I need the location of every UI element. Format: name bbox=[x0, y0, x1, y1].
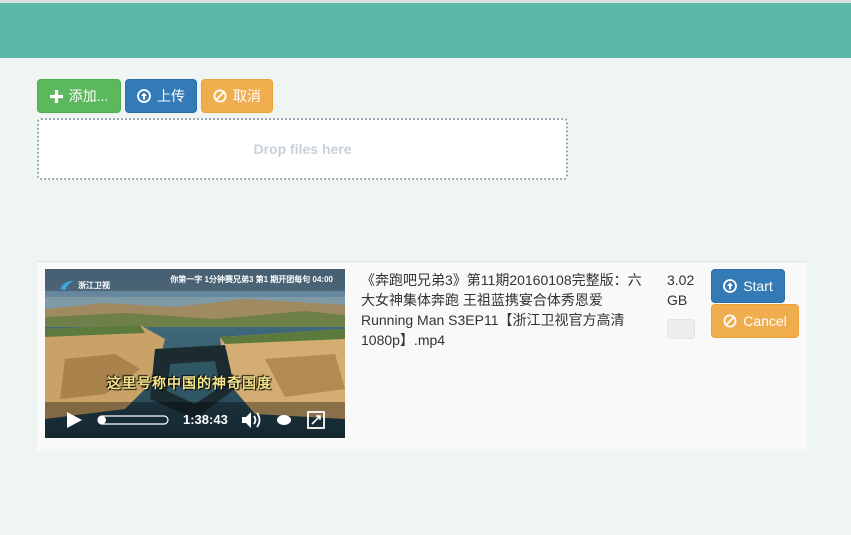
seek-bar[interactable] bbox=[97, 414, 169, 426]
upload-label: 上传 bbox=[157, 88, 185, 104]
volume-icon[interactable] bbox=[241, 411, 265, 429]
cancel-file-button[interactable]: Cancel bbox=[711, 304, 799, 338]
file-dropzone[interactable]: Drop files here bbox=[37, 118, 568, 180]
upload-circle-icon bbox=[137, 89, 151, 103]
header-bar bbox=[0, 3, 851, 58]
video-duration: 1:38:43 bbox=[183, 412, 228, 427]
channel-logo-text: 浙江卫视 bbox=[78, 280, 110, 290]
start-label: Start bbox=[743, 278, 773, 294]
plus-icon bbox=[49, 89, 63, 103]
video-preview[interactable]: 浙江卫视 你第一字 1分钟赛兄弟3 第1 期开团每句 04:00 这里号称中国的… bbox=[45, 269, 345, 438]
channel-logo: 浙江卫视 bbox=[59, 279, 110, 291]
cancel-all-label: 取消 bbox=[233, 88, 261, 104]
upload-button[interactable]: 上传 bbox=[125, 79, 197, 113]
dropzone-text: Drop files here bbox=[253, 141, 352, 157]
fullscreen-icon[interactable] bbox=[307, 411, 325, 429]
add-files-label: 添加... bbox=[68, 88, 109, 104]
add-files-button[interactable]: 添加... bbox=[37, 79, 121, 113]
file-size: 3.02 GB bbox=[667, 272, 695, 308]
cancel-all-button[interactable]: 取消 bbox=[201, 79, 273, 113]
video-top-banner: 你第一字 1分钟赛兄弟3 第1 期开团每句 04:00 bbox=[170, 275, 333, 284]
file-row: 浙江卫视 你第一字 1分钟赛兄弟3 第1 期开团每句 04:00 这里号称中国的… bbox=[37, 261, 807, 451]
start-upload-button[interactable]: Start bbox=[711, 269, 785, 303]
video-controls: 1:38:43 bbox=[45, 402, 345, 438]
cancel-label: Cancel bbox=[743, 313, 787, 329]
volume-slider[interactable] bbox=[276, 414, 292, 426]
file-name: 《奔跑吧兄弟3》第11期20160108完整版：六大女神集体奔跑 王祖蓝携宴合体… bbox=[361, 272, 642, 348]
play-icon[interactable] bbox=[65, 411, 83, 429]
channel-logo-icon bbox=[60, 280, 74, 290]
upload-progress-bar bbox=[667, 319, 695, 339]
ban-icon bbox=[213, 89, 227, 103]
video-caption: 这里号称中国的神奇国度 bbox=[107, 375, 272, 391]
upload-circle-icon bbox=[723, 279, 738, 293]
ban-icon bbox=[723, 314, 737, 328]
